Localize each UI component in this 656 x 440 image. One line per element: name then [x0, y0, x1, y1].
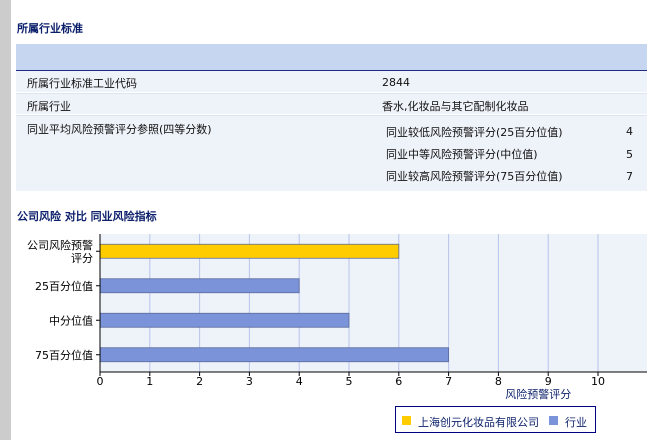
bar-industry — [99, 278, 300, 294]
x-tick-label: 5 — [346, 375, 353, 388]
y-category-label: 公司风险预警 — [27, 238, 93, 252]
x-tick-label: 7 — [445, 375, 452, 388]
x-tick-label: 4 — [296, 375, 303, 388]
bar-company — [99, 243, 400, 259]
x-tick-label: 1 — [146, 375, 153, 388]
bar-industry — [99, 347, 450, 363]
chart-legend: 上海创元化妆品有限公司 行业 — [395, 406, 596, 433]
legend-label-industry: 行业 — [565, 416, 587, 429]
x-tick-label: 8 — [495, 375, 502, 388]
x-tick-label: 10 — [591, 375, 605, 388]
x-tick-label: 9 — [545, 375, 552, 388]
x-tick-label: 0 — [97, 375, 104, 388]
risk-comparison-chart: 0 1 2 3 4 5 6 7 8 9 10 公司风险预警评分 25百分位值中分位值 75百分位值风险预警… — [27, 234, 647, 401]
legend-label-company: 上海创元化妆品有限公司 — [418, 416, 539, 429]
x-tick-label: 6 — [395, 375, 402, 388]
legend-swatch-company — [402, 416, 411, 425]
y-category-label: 75百分位值 — [35, 348, 93, 362]
x-tick-label: 3 — [246, 375, 253, 388]
x-tick-label: 2 — [196, 375, 203, 388]
y-category-label: 中分位值 — [49, 313, 93, 327]
x-axis-label: 风险预警评分 — [505, 387, 571, 401]
legend-swatch-industry — [549, 416, 558, 425]
y-category-label: 25百分位值 — [35, 279, 93, 293]
y-category-label: 评分 — [71, 252, 93, 265]
bar-industry — [99, 312, 350, 328]
